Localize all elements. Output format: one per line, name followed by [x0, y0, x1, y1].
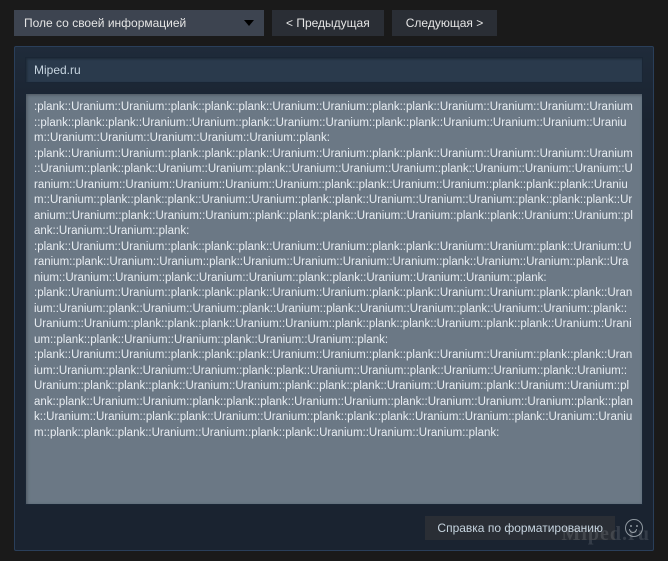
prev-button[interactable]: < Предыдущая [272, 10, 384, 36]
caret-down-icon [244, 20, 254, 26]
body-textarea[interactable] [25, 93, 643, 505]
formatting-help-button[interactable]: Справка по форматированию [425, 516, 615, 540]
emoticon-picker-icon[interactable] [625, 519, 643, 537]
editor-panel: Справка по форматированию [14, 46, 654, 551]
field-type-dropdown[interactable]: Поле со своей информацией [14, 10, 264, 36]
toolbar: Поле со своей информацией < Предыдущая С… [14, 10, 654, 36]
title-input[interactable] [25, 57, 643, 83]
editor-footer: Справка по форматированию [25, 516, 643, 540]
dropdown-label: Поле со своей информацией [24, 16, 186, 30]
next-button[interactable]: Следующая > [392, 10, 497, 36]
